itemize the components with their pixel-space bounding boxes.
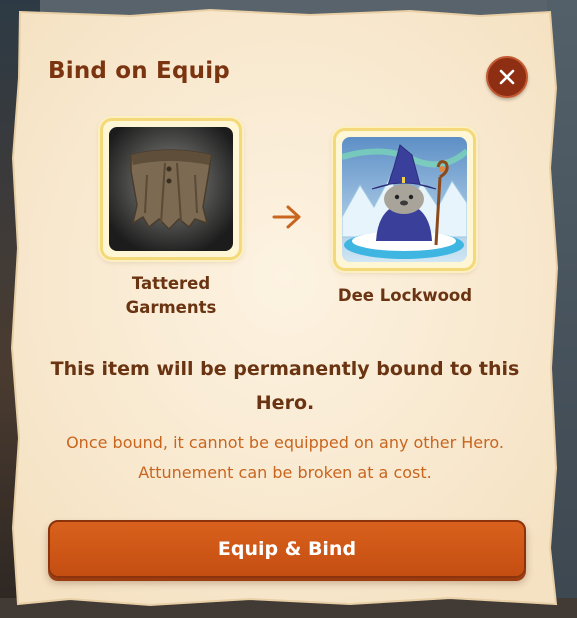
bind-on-equip-dialog: Bind on Equip Tattered Garments Dee Lock… [10, 8, 558, 608]
parchment-background [10, 8, 558, 607]
item-name: Tattered Garments [125, 274, 217, 317]
hero-name: Dee Lockwood [337, 286, 473, 305]
bind-warning-description: Once bound, it cannot be equipped on any… [66, 433, 504, 482]
bind-warning-headline: This item will be permanently bound to t… [50, 358, 520, 414]
dialog-title: Bind on Equip [48, 58, 230, 84]
equip-and-bind-button[interactable]: Equip & Bind [48, 520, 526, 578]
item-card [100, 118, 242, 260]
close-button[interactable] [486, 56, 528, 98]
tattered-garments-image [109, 127, 233, 251]
hero-card [333, 128, 476, 271]
hero-portrait-image [342, 137, 467, 262]
arrow-right-icon [272, 205, 301, 229]
close-icon [499, 69, 515, 85]
